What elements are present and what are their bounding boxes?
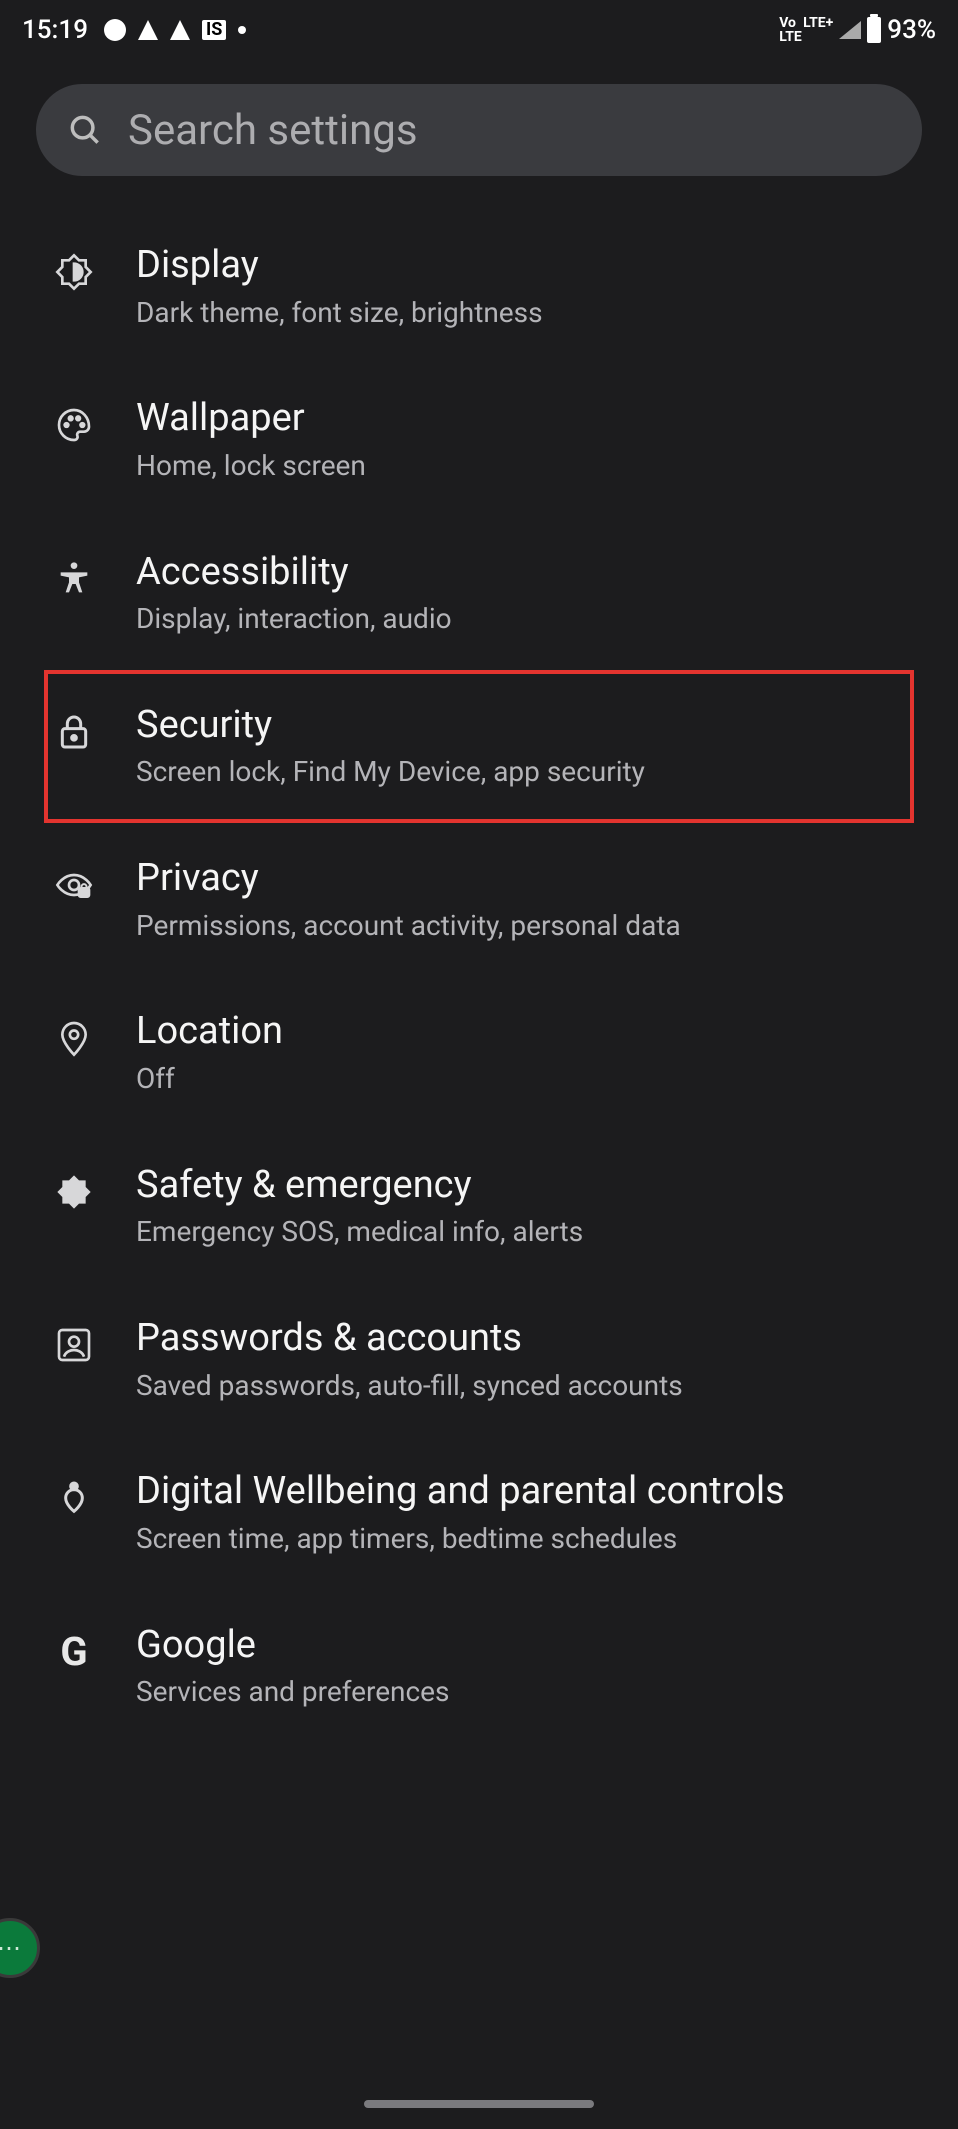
- account-icon: [50, 1321, 98, 1369]
- item-subtitle: Permissions, account activity, personal …: [136, 907, 681, 945]
- item-title: Display: [136, 242, 543, 290]
- item-title: Security: [136, 702, 645, 750]
- status-right: Vo LTE+ LTE 93%: [779, 15, 936, 45]
- signal-icon: [839, 21, 861, 39]
- item-title: Google: [136, 1622, 449, 1670]
- brightness-icon: [50, 248, 98, 296]
- privacy-icon: [50, 861, 98, 909]
- item-subtitle: Emergency SOS, medical info, alerts: [136, 1213, 583, 1251]
- more-notifications-icon: [238, 26, 246, 34]
- item-title: Wallpaper: [136, 395, 366, 443]
- send-icon-2: [170, 20, 190, 40]
- item-subtitle: Display, interaction, audio: [136, 600, 452, 638]
- medical-icon: [50, 1168, 98, 1216]
- navigation-handle[interactable]: [364, 2100, 594, 2108]
- search-settings-field[interactable]: Search settings: [36, 84, 922, 176]
- settings-item-location[interactable]: Location Off: [0, 976, 958, 1129]
- item-title: Privacy: [136, 855, 681, 903]
- status-bar: 15:19 IS Vo LTE+ LTE 93%: [0, 0, 958, 60]
- clock: 15:19: [22, 15, 88, 45]
- item-subtitle: Screen lock, Find My Device, app securit…: [136, 753, 645, 791]
- floating-action-button[interactable]: ⋯: [0, 1918, 40, 1978]
- google-icon: G: [50, 1628, 98, 1676]
- item-title: Location: [136, 1008, 283, 1056]
- settings-item-google[interactable]: G Google Services and preferences: [0, 1590, 958, 1743]
- item-subtitle: Dark theme, font size, brightness: [136, 294, 543, 332]
- search-placeholder: Search settings: [128, 106, 418, 155]
- settings-item-security[interactable]: Security Screen lock, Find My Device, ap…: [44, 670, 914, 823]
- item-subtitle: Home, lock screen: [136, 447, 366, 485]
- settings-item-display[interactable]: Display Dark theme, font size, brightnes…: [0, 210, 958, 363]
- settings-list: Display Dark theme, font size, brightnes…: [0, 210, 958, 1773]
- item-title: Passwords & accounts: [136, 1315, 683, 1363]
- ellipsis-icon: ⋯: [0, 1934, 23, 1962]
- send-icon: [138, 20, 158, 40]
- item-subtitle: Saved passwords, auto-fill, synced accou…: [136, 1367, 683, 1405]
- volte-indicator: Vo LTE+ LTE: [779, 16, 833, 44]
- battery-icon: [867, 17, 881, 43]
- battery-percent: 93%: [887, 15, 936, 45]
- item-subtitle: Services and preferences: [136, 1673, 449, 1711]
- settings-item-wallpaper[interactable]: Wallpaper Home, lock screen: [0, 363, 958, 516]
- is-badge-icon: IS: [202, 20, 226, 40]
- location-icon: [50, 1014, 98, 1062]
- item-subtitle: Screen time, app timers, bedtime schedul…: [136, 1520, 785, 1558]
- palette-icon: [50, 401, 98, 449]
- item-title: Accessibility: [136, 549, 452, 597]
- accessibility-icon: [50, 555, 98, 603]
- item-title: Safety & emergency: [136, 1162, 583, 1210]
- item-subtitle: Off: [136, 1060, 283, 1098]
- status-left: 15:19 IS: [22, 15, 246, 45]
- search-icon: [66, 111, 104, 149]
- settings-item-safety[interactable]: Safety & emergency Emergency SOS, medica…: [0, 1130, 958, 1283]
- settings-item-accessibility[interactable]: Accessibility Display, interaction, audi…: [0, 517, 958, 670]
- notification-dot-icon: [104, 19, 126, 41]
- wellbeing-icon: [50, 1474, 98, 1522]
- settings-item-privacy[interactable]: Privacy Permissions, account activity, p…: [0, 823, 958, 976]
- settings-item-passwords[interactable]: Passwords & accounts Saved passwords, au…: [0, 1283, 958, 1436]
- settings-item-wellbeing[interactable]: Digital Wellbeing and parental controls …: [0, 1436, 958, 1589]
- item-title: Digital Wellbeing and parental controls: [136, 1468, 785, 1516]
- lock-icon: [50, 708, 98, 756]
